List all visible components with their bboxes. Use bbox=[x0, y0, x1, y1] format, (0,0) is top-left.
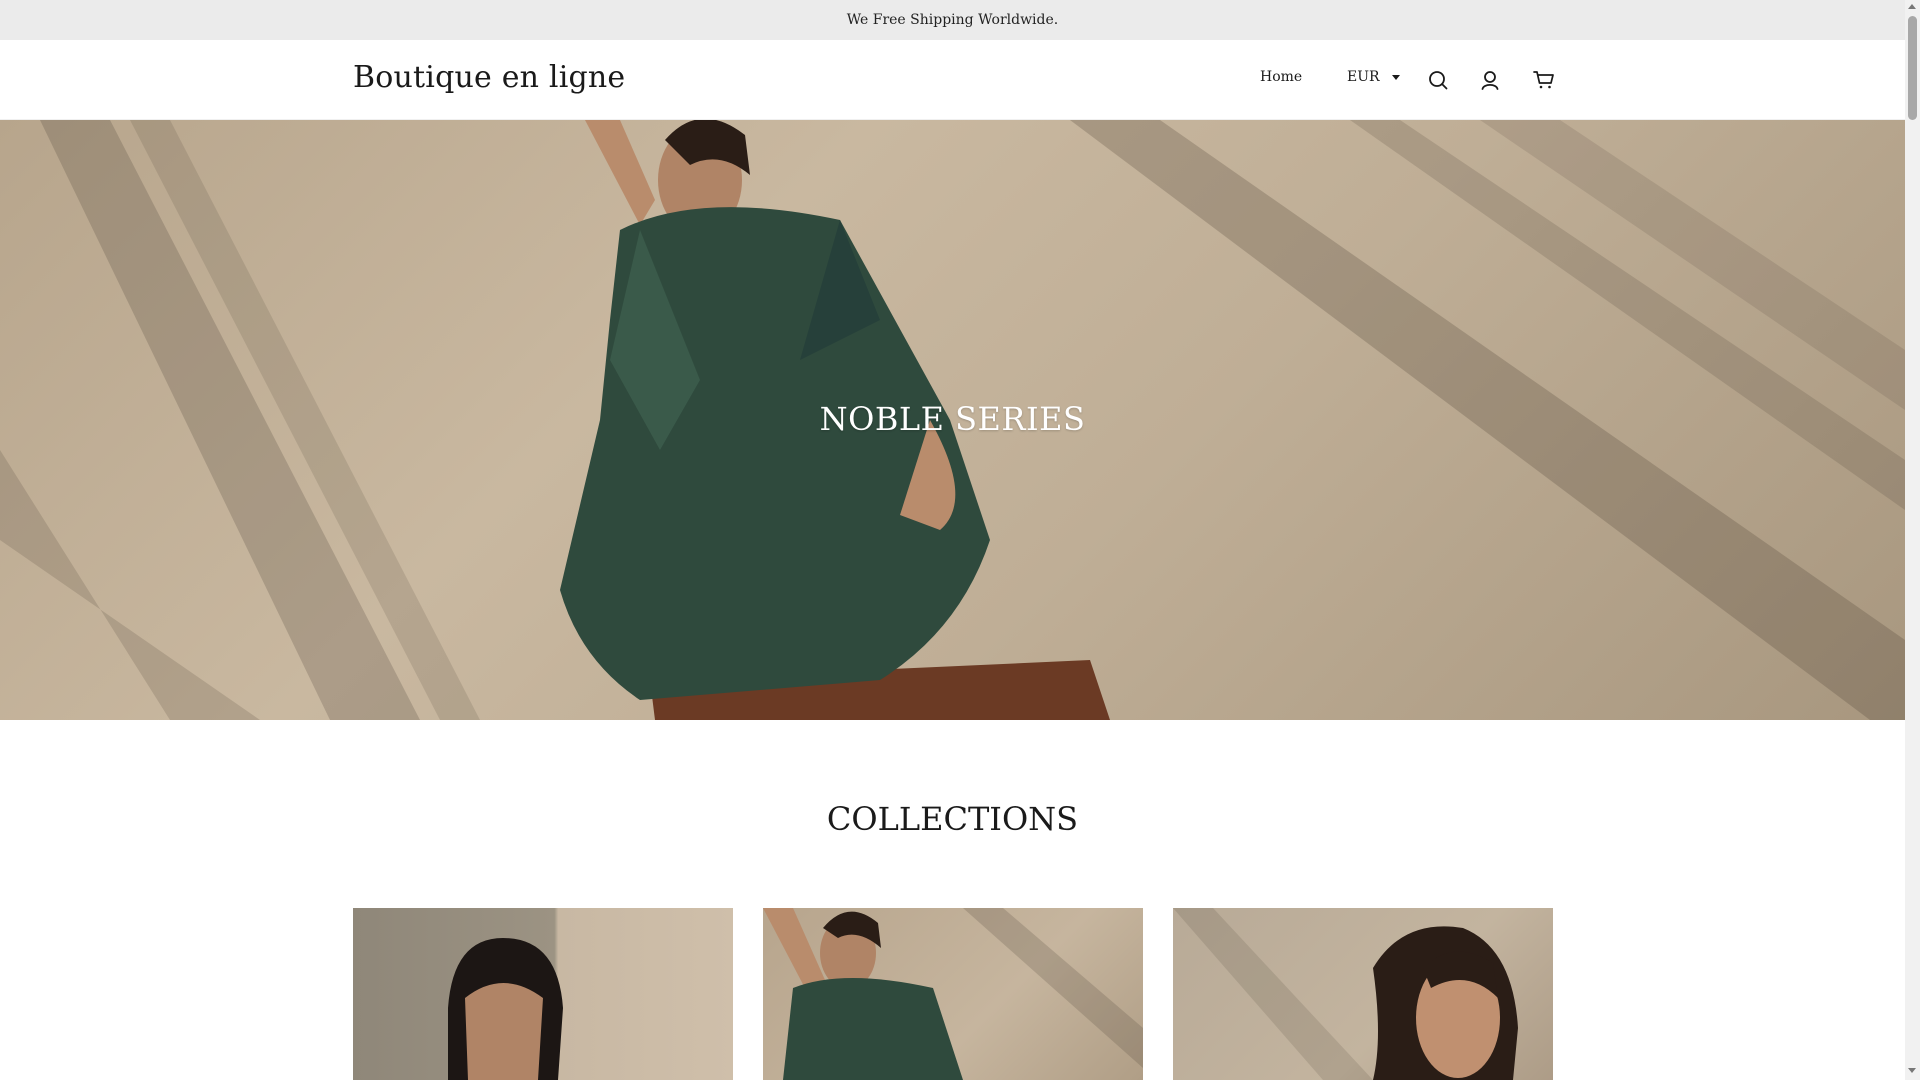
scroll-up-icon[interactable] bbox=[1908, 4, 1916, 9]
announcement-text: We Free Shipping Worldwide. bbox=[846, 12, 1059, 28]
collection-card-3[interactable] bbox=[1173, 908, 1553, 1080]
hero-banner[interactable]: NOBLE SERIES bbox=[0, 120, 1905, 720]
announcement-bar: We Free Shipping Worldwide. bbox=[0, 0, 1905, 40]
store-logo[interactable]: Boutique en ligne bbox=[353, 60, 625, 95]
collection-card-2[interactable] bbox=[763, 908, 1143, 1080]
hero-title: NOBLE SERIES bbox=[819, 400, 1086, 438]
currency-selector[interactable]: EUR bbox=[1347, 69, 1400, 85]
collection-image-1 bbox=[448, 938, 563, 1080]
cart-button[interactable] bbox=[1532, 68, 1556, 92]
collection-image-2 bbox=[763, 908, 1143, 1080]
scroll-thumb[interactable] bbox=[1908, 16, 1917, 120]
collection-image-3 bbox=[1173, 908, 1518, 1080]
site-header: Boutique en ligne Home EUR bbox=[0, 40, 1905, 120]
page-scrollbar[interactable] bbox=[1905, 0, 1920, 1080]
search-button[interactable] bbox=[1426, 68, 1450, 92]
collections-heading: COLLECTIONS bbox=[826, 800, 1079, 838]
scroll-down-icon[interactable] bbox=[1908, 1068, 1916, 1073]
caret-down-icon bbox=[1391, 75, 1400, 80]
collection-card-1[interactable] bbox=[353, 908, 733, 1080]
nav-link-home[interactable]: Home bbox=[1260, 69, 1302, 85]
account-button[interactable] bbox=[1478, 68, 1502, 92]
cart-icon bbox=[1533, 71, 1554, 89]
currency-value: EUR bbox=[1347, 69, 1380, 85]
page: We Free Shipping Worldwide. Boutique en … bbox=[0, 0, 1905, 1080]
account-icon bbox=[1481, 71, 1499, 90]
search-icon bbox=[1429, 71, 1448, 90]
